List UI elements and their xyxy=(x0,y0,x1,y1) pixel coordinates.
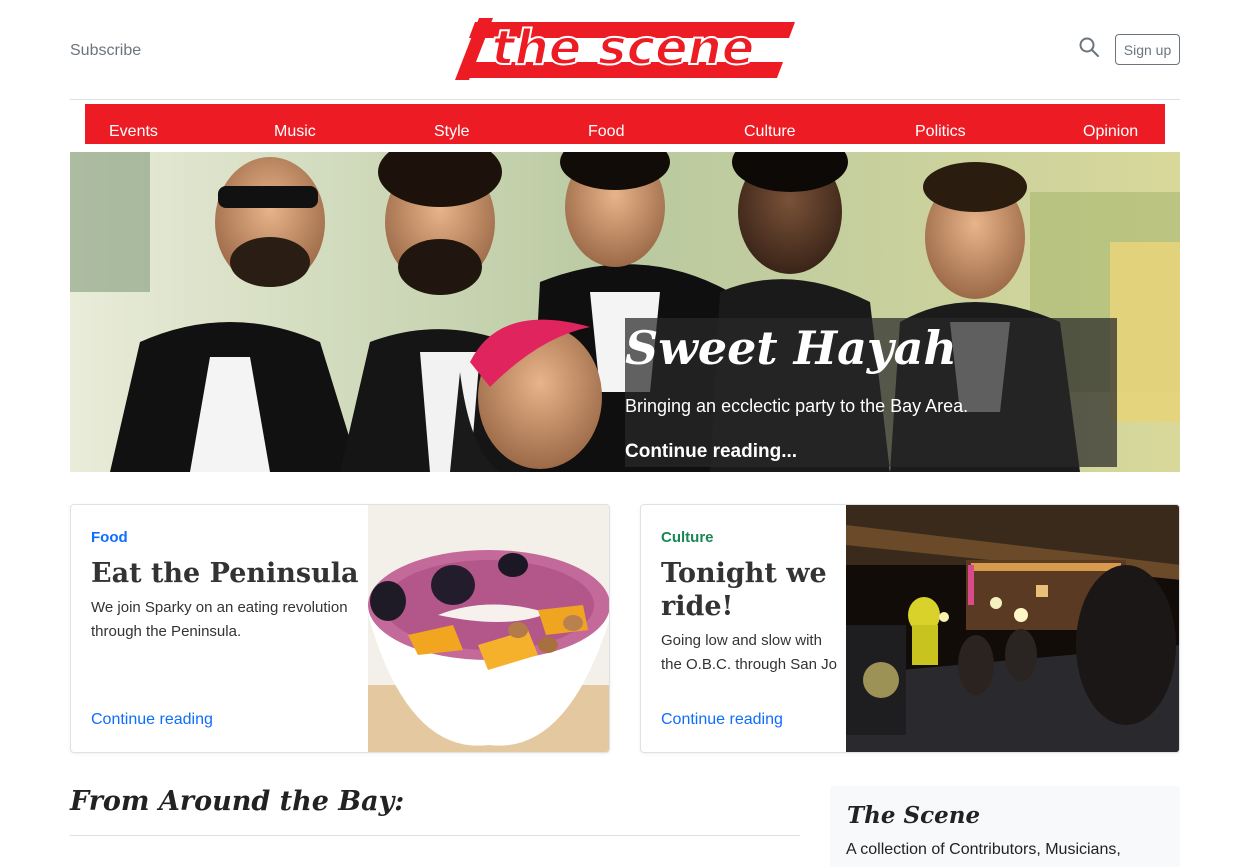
card-title[interactable]: Tonight we ride! xyxy=(661,557,841,623)
search-icon[interactable] xyxy=(1078,36,1100,58)
card-continue-link[interactable]: Continue reading xyxy=(661,711,783,729)
section-divider xyxy=(70,835,800,836)
card-category[interactable]: Culture xyxy=(661,529,714,546)
category-nav: Events Music Style Food Culture Politics… xyxy=(85,104,1165,144)
about-sidebar: The Scene A collection of Contributors, … xyxy=(830,786,1180,867)
nav-item-food[interactable]: Food xyxy=(588,123,624,141)
sign-up-button[interactable]: Sign up xyxy=(1115,34,1180,65)
section-title: From Around the Bay: xyxy=(70,786,405,817)
nav-item-culture[interactable]: Culture xyxy=(744,123,796,141)
hero-banner[interactable]: Sweet Hayah Bringing an ecclectic party … xyxy=(70,152,1180,472)
article-card-culture[interactable]: Culture Tonight we ride! Going low and s… xyxy=(640,504,1180,753)
card-description: We join Sparky on an eating revolution t… xyxy=(91,599,348,640)
card-continue-link[interactable]: Continue reading xyxy=(91,711,213,729)
nav-item-events[interactable]: Events xyxy=(109,123,158,141)
card-description: Going low and slow with the O.B.C. throu… xyxy=(661,632,837,673)
nav-item-style[interactable]: Style xyxy=(434,123,470,141)
hero-subtitle: Bringing an ecclectic party to the Bay A… xyxy=(625,396,969,416)
logo-wordmark: the scene xyxy=(492,20,755,76)
article-card-food[interactable]: Food Eat the Peninsula We join Sparky on… xyxy=(70,504,610,753)
card-title[interactable]: Eat the Peninsula xyxy=(91,557,361,590)
nav-item-politics[interactable]: Politics xyxy=(915,123,966,141)
nav-item-music[interactable]: Music xyxy=(274,123,316,141)
night-ride-photo xyxy=(846,505,1179,752)
site-logo[interactable]: the scene xyxy=(453,18,795,82)
aside-text: A collection of Contributors, Musicians, xyxy=(846,841,1121,858)
site-header: Subscribe the scene Sign up xyxy=(70,0,1180,100)
aside-title: The Scene xyxy=(847,802,981,829)
hero-continue-link[interactable]: Continue reading... xyxy=(625,441,797,463)
subscribe-link[interactable]: Subscribe xyxy=(70,42,141,60)
hero-title: Sweet Hayah xyxy=(625,321,957,375)
card-category[interactable]: Food xyxy=(91,529,128,546)
acai-bowl-photo xyxy=(368,505,609,752)
nav-item-opinion[interactable]: Opinion xyxy=(1083,123,1138,141)
